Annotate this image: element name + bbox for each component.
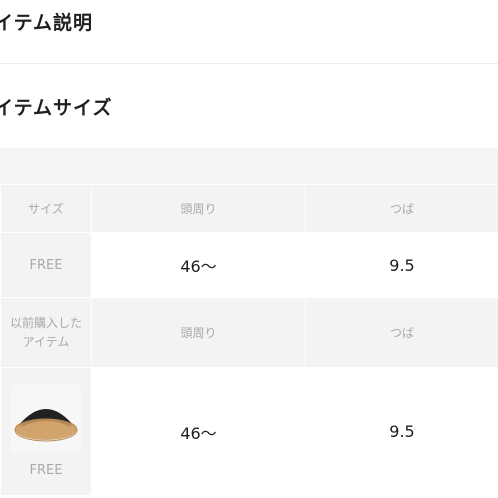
table-row: FREE 46〜 9.5 [0, 367, 498, 496]
item-size-title: イテムサイズ [0, 97, 113, 119]
page: イテム説明 イテムサイズ サイズ 頭周り つば FREE 46〜 9.5 以前購… [0, 0, 498, 498]
item-description-title: イテム説明 [0, 12, 94, 34]
purchased-item-size: FREE [29, 463, 63, 478]
table-top-band [0, 148, 498, 184]
brim-value: 9.5 [305, 232, 498, 298]
section-divider [0, 63, 498, 64]
head-circumference-value: 46〜 [91, 232, 306, 298]
sun-visor-hat-icon[interactable] [11, 385, 81, 453]
purchased-head-column-header: 頭周り [91, 297, 306, 368]
purchased-brim-value: 9.5 [305, 367, 498, 496]
previously-purchased-label-text: 以前購入した アイテム [9, 315, 82, 349]
head-circumference-column-header: 頭周り [91, 184, 306, 233]
size-table-header-row: サイズ 頭周り つば [0, 184, 498, 233]
size-value: FREE [0, 232, 92, 298]
size-column-header: サイズ [0, 184, 92, 233]
purchased-header-row: 以前購入した アイテム 頭周り つば [0, 297, 498, 368]
table-row: FREE 46〜 9.5 [0, 232, 498, 298]
brim-column-header: つば [305, 184, 498, 233]
purchased-brim-column-header: つば [305, 297, 498, 368]
size-table: サイズ 頭周り つば FREE 46〜 9.5 以前購入した アイテム 頭周り つ… [0, 184, 498, 496]
purchased-head-circumference-value: 46〜 [91, 367, 306, 496]
previously-purchased-label: 以前購入した アイテム [0, 297, 92, 368]
purchased-item-cell[interactable]: FREE [0, 367, 92, 496]
